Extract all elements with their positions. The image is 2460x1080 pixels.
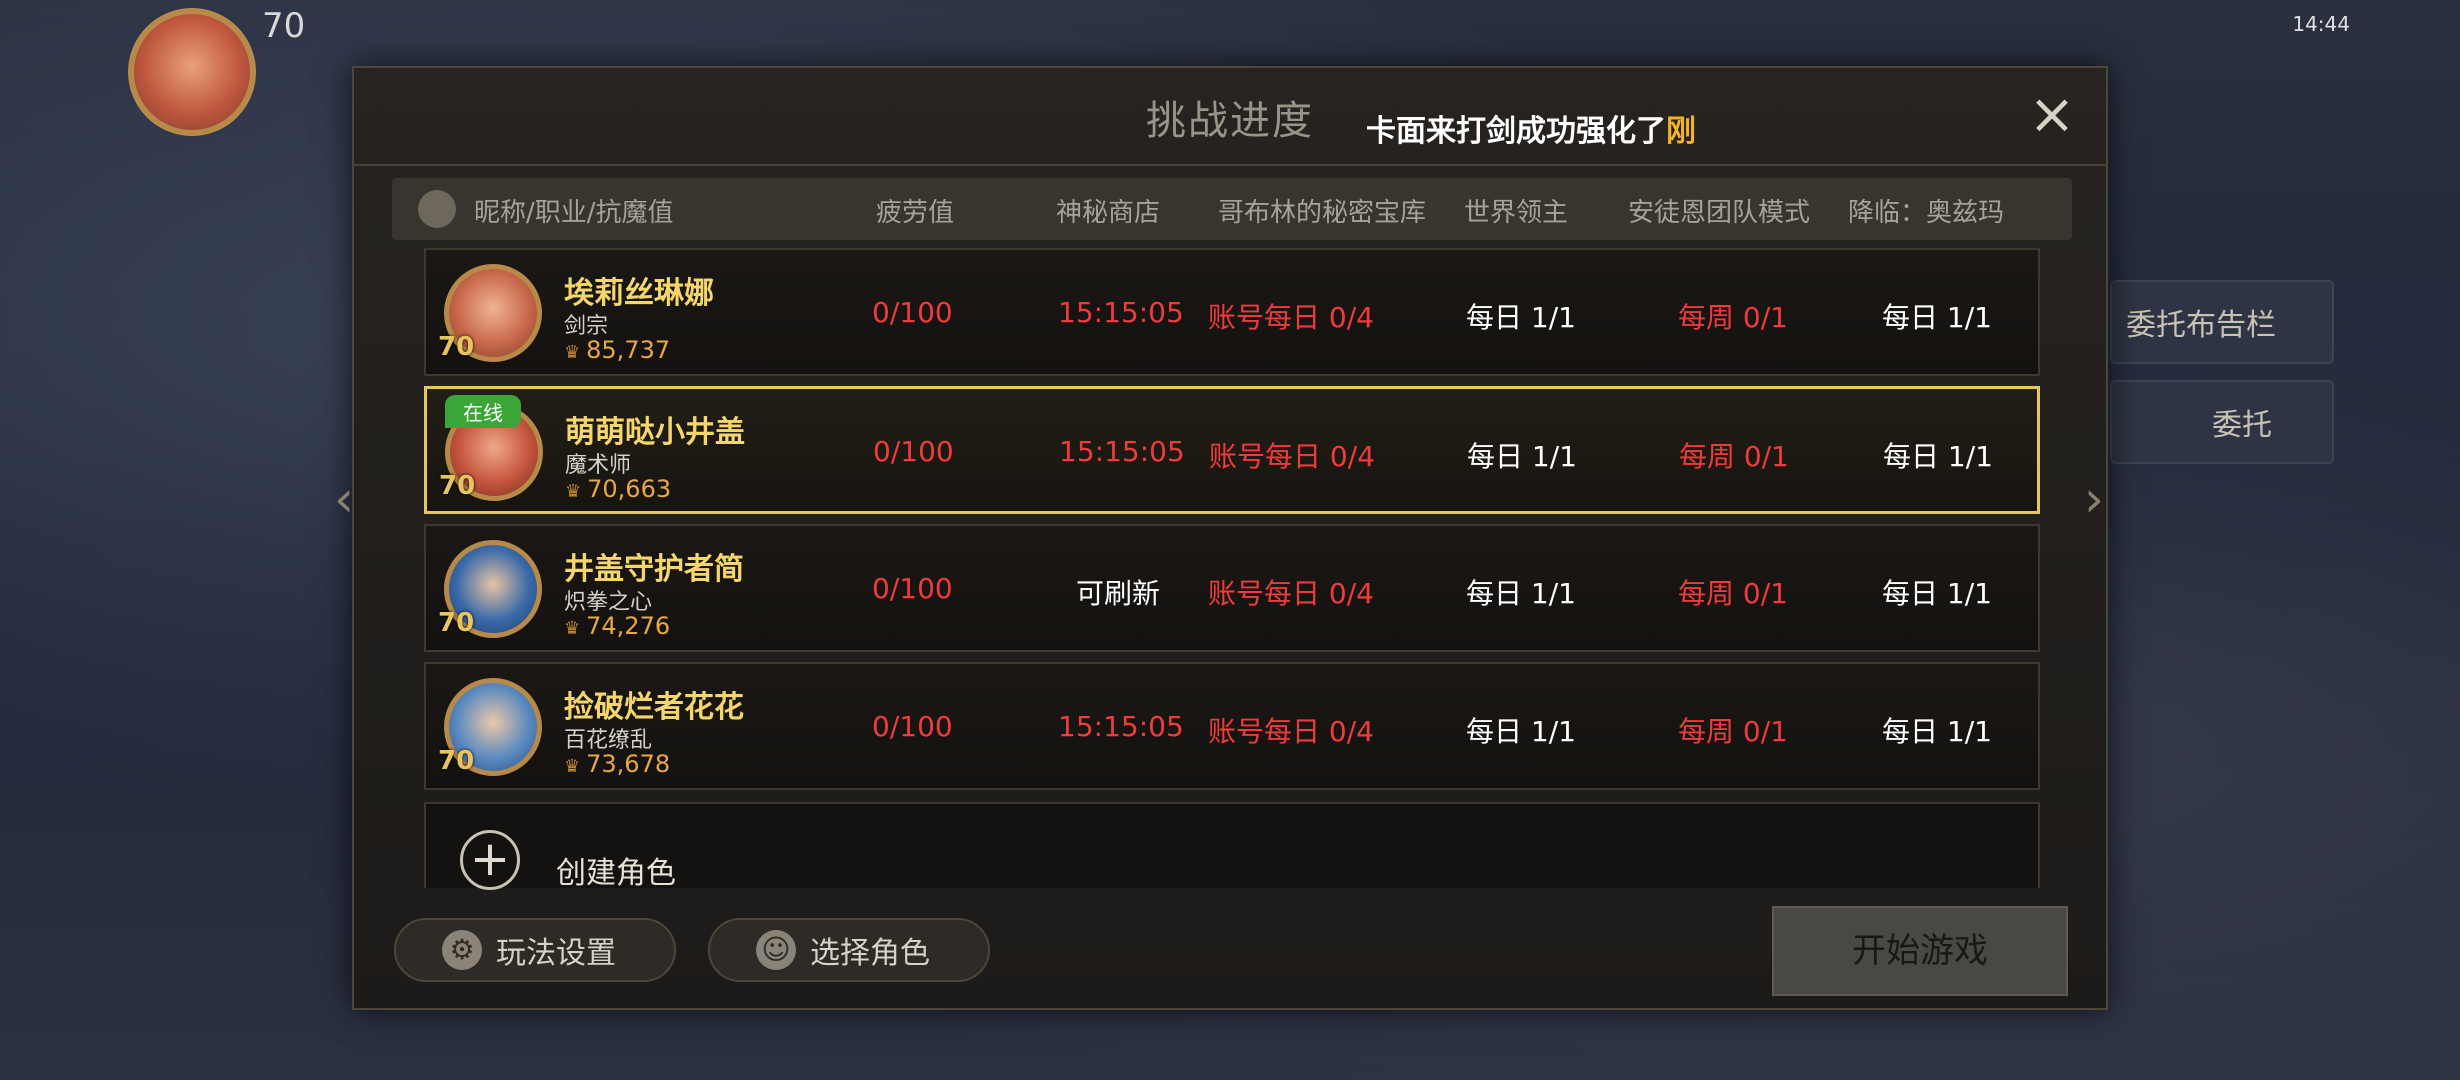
panel-header: 挑战进度 卡面来打剑成功强化了刚 × bbox=[354, 68, 2106, 166]
power-value: 73,678 bbox=[586, 750, 671, 778]
column-header-bar: 昵称/职业/抗魔值 疲劳值 神秘商店 哥布林的秘密宝库 世界领主 安徒恩团队模式… bbox=[392, 178, 2072, 240]
select-character-label: 选择角色 bbox=[810, 936, 930, 971]
character-silhouette-icon bbox=[418, 190, 456, 228]
goblin-progress: 账号每日 0/4 bbox=[1208, 715, 1374, 748]
create-character-row[interactable]: + 创建角色 bbox=[424, 802, 2040, 891]
anton-progress: 每周 0/1 bbox=[1678, 301, 1788, 334]
online-badge: 在线 bbox=[445, 395, 521, 428]
gameplay-settings-button[interactable]: ⚙ 玩法设置 bbox=[394, 918, 676, 982]
gameplay-settings-label: 玩法设置 bbox=[496, 936, 616, 971]
plus-icon[interactable]: + bbox=[460, 830, 520, 890]
level-tag: 70 bbox=[438, 608, 475, 638]
fatigue-value: 0/100 bbox=[873, 435, 954, 468]
shop-refreshable: 可刷新 bbox=[1076, 577, 1161, 610]
player-avatar[interactable] bbox=[128, 8, 256, 136]
world-boss-progress: 每日 1/1 bbox=[1466, 715, 1576, 748]
power-value: 70,663 bbox=[587, 475, 672, 503]
col-header-fatigue: 疲劳值 bbox=[876, 198, 955, 228]
col-header-goblin: 哥布林的秘密宝库 bbox=[1218, 198, 1427, 228]
chevron-left-icon[interactable]: ‹ bbox=[334, 470, 354, 528]
fatigue-value: 0/100 bbox=[872, 710, 953, 743]
character-name: 井盖守护者简 bbox=[564, 552, 744, 587]
level-tag: 70 bbox=[439, 471, 476, 501]
create-character-label: 创建角色 bbox=[556, 856, 676, 891]
ozma-progress: 每日 1/1 bbox=[1883, 440, 1993, 473]
character-portrait: 在线 70 bbox=[439, 395, 551, 505]
side-label-board: 委托布告栏 bbox=[2126, 308, 2276, 343]
character-row[interactable]: 70 埃莉丝琳娜 剑宗 ♛ 85,737 0/100 15:15:05 账号每日 … bbox=[424, 248, 2040, 376]
goblin-progress: 账号每日 0/4 bbox=[1208, 301, 1374, 334]
character-row[interactable]: 70 井盖守护者简 炽拳之心 ♛ 74,276 0/100 可刷新 账号每日 0/… bbox=[424, 524, 2040, 652]
panel-title: 挑战进度 bbox=[1146, 98, 1314, 144]
character-power: ♛ 73,678 bbox=[564, 750, 670, 778]
gear-icon: ⚙ bbox=[442, 930, 482, 970]
character-portrait: 70 bbox=[438, 538, 550, 642]
col-header-name: 昵称/职业/抗魔值 bbox=[474, 198, 674, 228]
crown-icon: ♛ bbox=[564, 756, 581, 777]
character-name: 捡破烂者花花 bbox=[564, 690, 744, 725]
goblin-progress: 账号每日 0/4 bbox=[1209, 440, 1375, 473]
chevron-right-icon[interactable]: › bbox=[2084, 470, 2104, 528]
level-tag: 70 bbox=[438, 332, 475, 362]
power-value: 74,276 bbox=[586, 612, 671, 640]
ticker-highlight: 刚 bbox=[1666, 114, 1696, 149]
shop-timer: 15:15:05 bbox=[1058, 710, 1184, 743]
anton-progress: 每周 0/1 bbox=[1679, 440, 1789, 473]
anton-progress: 每周 0/1 bbox=[1678, 715, 1788, 748]
fatigue-value: 0/100 bbox=[872, 572, 953, 605]
select-character-button[interactable]: ☺ 选择角色 bbox=[708, 918, 990, 982]
crown-icon: ♛ bbox=[564, 618, 581, 639]
ticker-text: 卡面来打剑成功强化了 bbox=[1366, 114, 1666, 149]
col-header-anton: 安徒恩团队模式 bbox=[1628, 198, 1811, 228]
world-boss-progress: 每日 1/1 bbox=[1466, 577, 1576, 610]
character-name: 埃莉丝琳娜 bbox=[564, 276, 714, 311]
level-tag: 70 bbox=[438, 746, 475, 776]
status-bar-time: 14:44 bbox=[2292, 12, 2350, 36]
character-portrait: 70 bbox=[438, 262, 550, 366]
shop-timer: 15:15:05 bbox=[1058, 296, 1184, 329]
fatigue-value: 0/100 bbox=[872, 296, 953, 329]
col-header-world-boss: 世界领主 bbox=[1464, 198, 1569, 228]
character-power: ♛ 70,663 bbox=[565, 475, 671, 503]
character-row-selected[interactable]: 在线 70 萌萌哒小井盖 魔术师 ♛ 70,663 0/100 15:15:05 … bbox=[424, 386, 2040, 514]
world-boss-progress: 每日 1/1 bbox=[1467, 440, 1577, 473]
side-label-commission: 委托 bbox=[2212, 408, 2272, 443]
goblin-progress: 账号每日 0/4 bbox=[1208, 577, 1374, 610]
character-portrait: 70 bbox=[438, 676, 550, 780]
crown-icon: ♛ bbox=[564, 342, 581, 363]
character-power: ♛ 85,737 bbox=[564, 336, 670, 364]
side-panel-tile[interactable]: 委托布告栏 bbox=[2110, 280, 2334, 364]
col-header-shop: 神秘商店 bbox=[1056, 198, 1161, 228]
world-boss-progress: 每日 1/1 bbox=[1466, 301, 1576, 334]
announcement-ticker: 卡面来打剑成功强化了刚 bbox=[1366, 106, 1696, 150]
anton-progress: 每周 0/1 bbox=[1678, 577, 1788, 610]
crown-icon: ♛ bbox=[565, 481, 582, 502]
close-button[interactable]: × bbox=[2024, 87, 2080, 146]
ozma-progress: 每日 1/1 bbox=[1882, 577, 1992, 610]
character-power: ♛ 74,276 bbox=[564, 612, 670, 640]
player-level: 70 bbox=[262, 6, 306, 46]
ozma-progress: 每日 1/1 bbox=[1882, 715, 1992, 748]
character-row[interactable]: 70 捡破烂者花花 百花缭乱 ♛ 73,678 0/100 15:15:05 账号… bbox=[424, 662, 2040, 790]
shop-timer: 15:15:05 bbox=[1059, 435, 1185, 468]
ozma-progress: 每日 1/1 bbox=[1882, 301, 1992, 334]
power-value: 85,737 bbox=[586, 336, 671, 364]
start-game-button[interactable]: 开始游戏 bbox=[1772, 906, 2068, 996]
character-icon: ☺ bbox=[756, 930, 796, 970]
side-panel-tile[interactable]: 委托 bbox=[2110, 380, 2334, 464]
character-name: 萌萌哒小井盖 bbox=[565, 415, 745, 450]
col-header-ozma: 降临：奥兹玛 bbox=[1848, 198, 2005, 228]
challenge-progress-panel: 挑战进度 卡面来打剑成功强化了刚 × 昵称/职业/抗魔值 疲劳值 神秘商店 哥布… bbox=[352, 66, 2108, 1010]
